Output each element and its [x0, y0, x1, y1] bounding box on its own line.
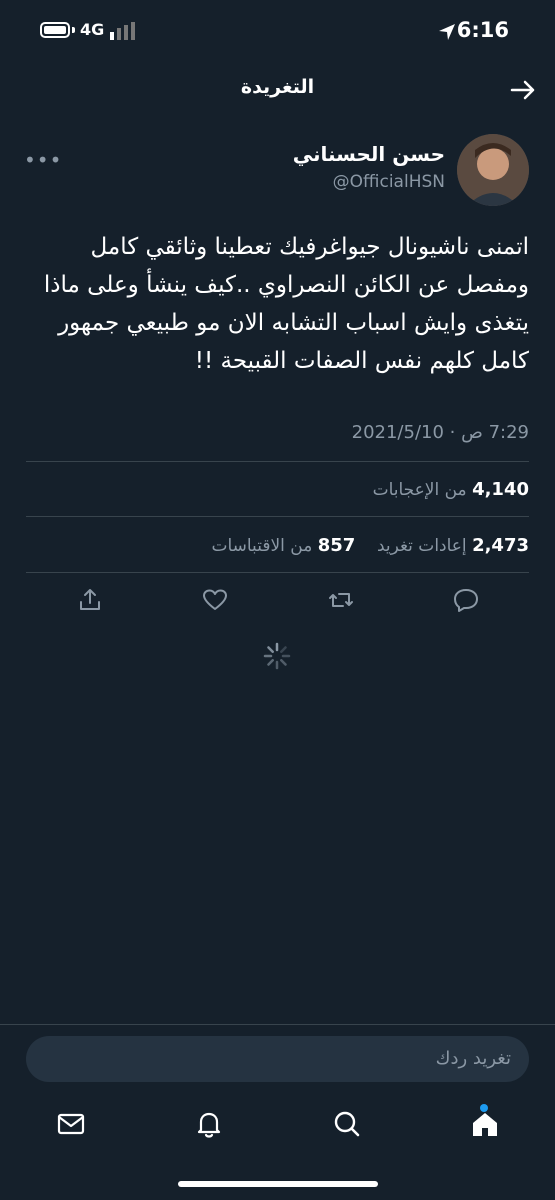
reply-icon[interactable]	[453, 587, 479, 613]
retweets-label: إعادات تغريد	[376, 536, 467, 556]
retweets-count: 2,473	[472, 535, 529, 556]
likes-count: 4,140	[472, 479, 529, 500]
signal-icon	[110, 22, 135, 40]
back-arrow-icon[interactable]	[509, 76, 537, 104]
retweet-icon[interactable]	[328, 587, 354, 613]
tweet-timestamp[interactable]: 7:29 ص · 2021/5/10	[352, 422, 529, 443]
likes-label: من الإعجابات	[372, 480, 467, 500]
battery-nub	[72, 27, 75, 33]
divider	[26, 572, 529, 573]
location-icon	[439, 24, 455, 40]
quotes-label: من الاقتباسات	[211, 536, 313, 556]
share-icon[interactable]	[77, 587, 103, 613]
more-icon[interactable]: •••	[24, 148, 62, 172]
like-icon[interactable]	[202, 587, 228, 613]
divider	[26, 516, 529, 517]
likes-stat[interactable]: 4,140 من الإعجابات	[373, 479, 529, 500]
page-title: التغريدة	[240, 76, 315, 98]
reply-input[interactable]: تغريد ردك	[26, 1036, 529, 1082]
battery-icon	[40, 22, 70, 38]
tweet-text: اتمنى ناشيونال جيواغرفيك تعطينا وثائقي ك…	[43, 234, 529, 374]
notifications-icon[interactable]	[193, 1108, 225, 1140]
search-icon[interactable]	[331, 1108, 363, 1140]
quotes-stat[interactable]: 857 من الاقتباسات	[211, 535, 356, 556]
avatar[interactable]	[457, 134, 529, 206]
messages-icon[interactable]	[55, 1108, 87, 1140]
divider	[26, 461, 529, 462]
author-handle[interactable]: @OfficialHSN	[333, 172, 445, 192]
quotes-count: 857	[317, 535, 356, 556]
retweet-stats: 2,473 إعادات تغريد 857 من الاقتباسات	[211, 535, 529, 556]
reply-placeholder: تغريد ردك	[435, 1048, 511, 1069]
home-icon[interactable]	[469, 1108, 501, 1140]
avatar-image	[457, 134, 529, 206]
status-time: 6:16	[456, 18, 509, 42]
network-label: 4G	[80, 20, 105, 39]
spinner-icon	[263, 642, 291, 670]
retweets-stat[interactable]: 2,473 إعادات تغريد	[372, 535, 529, 556]
divider	[0, 1024, 555, 1025]
home-indicator	[178, 1181, 378, 1187]
author-name[interactable]: حسن الحسناني	[293, 142, 445, 166]
home-unread-dot	[480, 1104, 488, 1112]
